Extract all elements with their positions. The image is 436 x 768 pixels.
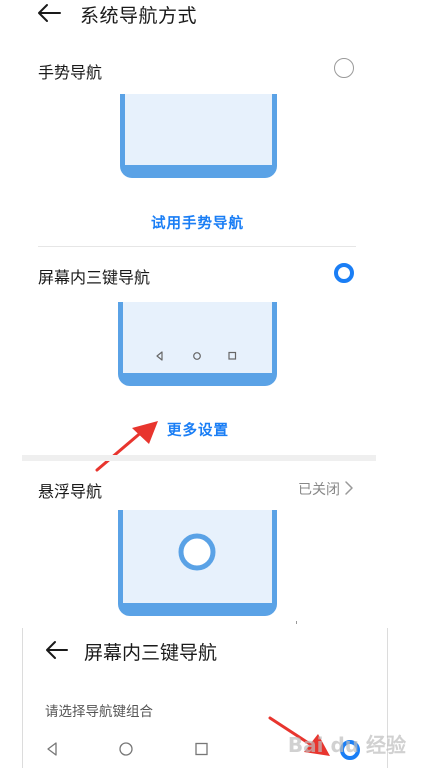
floating-nav-status: 已关闭 (298, 482, 340, 498)
square-recent-icon (228, 351, 237, 360)
three-key-nav-radio[interactable] (334, 263, 354, 283)
three-key-nav-buttons (156, 351, 237, 361)
panel-title: 屏幕内三键导航 (84, 642, 218, 664)
divider (38, 246, 356, 247)
more-settings-link[interactable]: 更多设置 (167, 419, 229, 440)
floating-ball-icon (178, 533, 216, 571)
floating-nav-label: 悬浮导航 (38, 482, 103, 501)
gesture-nav-label: 手势导航 (38, 63, 103, 82)
triangle-back-icon (47, 742, 57, 756)
annotation-arrow (95, 421, 158, 472)
page-title: 系统导航方式 (80, 5, 198, 27)
square-recent-icon (195, 742, 208, 756)
gesture-nav-illustration (120, 94, 277, 178)
section-gap (22, 455, 376, 461)
nav-key-combination[interactable] (44, 740, 224, 758)
three-key-nav-illustration (118, 302, 277, 386)
three-key-nav-label: 屏幕内三键导航 (38, 268, 151, 287)
chevron-right-icon[interactable] (344, 480, 354, 496)
back-arrow-icon[interactable] (36, 2, 62, 24)
back-arrow-icon[interactable] (45, 640, 69, 660)
gesture-nav-radio[interactable] (334, 58, 354, 78)
triangle-back-icon (156, 351, 163, 361)
circle-home-icon (193, 352, 201, 360)
divider (296, 621, 297, 624)
watermark: Bai du 经验 (287, 733, 406, 757)
panel-subtitle: 请选择导航键组合 (45, 704, 153, 720)
circle-home-icon (119, 742, 133, 756)
try-gesture-nav-link[interactable]: 试用手势导航 (151, 212, 244, 233)
